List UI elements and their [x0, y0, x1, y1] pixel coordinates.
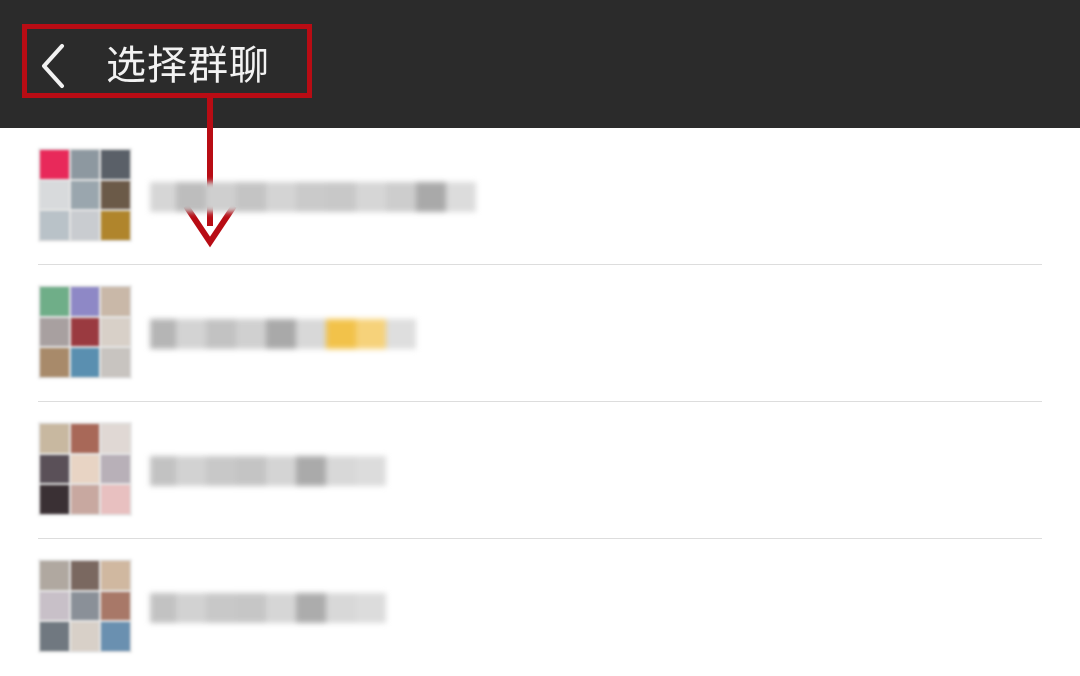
pixelated-block — [296, 593, 326, 623]
avatar-tile — [70, 622, 100, 651]
avatar-tile — [70, 317, 100, 347]
avatar-tile — [70, 150, 100, 179]
avatar-tile — [101, 454, 130, 484]
pixelated-block — [236, 456, 266, 486]
avatar-tile — [40, 211, 69, 240]
group-name-blurred — [150, 450, 386, 492]
avatar-tile — [40, 622, 69, 651]
pixelated-block — [150, 593, 176, 623]
group-chat-item[interactable] — [0, 128, 1080, 265]
avatar-tile — [101, 180, 130, 210]
avatar-tile — [70, 485, 100, 514]
pixelated-block — [176, 593, 206, 623]
pixelated-block — [206, 593, 236, 623]
pixelated-block — [150, 182, 176, 212]
avatar-tile — [70, 454, 100, 484]
group-avatar — [38, 148, 132, 242]
pixelated-block — [326, 182, 356, 212]
pixelated-block — [356, 456, 386, 486]
pixelated-block — [236, 593, 266, 623]
avatar-tile — [101, 211, 130, 240]
avatar-tile — [101, 591, 130, 621]
avatar-tile — [70, 348, 100, 377]
avatar-tile — [101, 424, 130, 453]
group-chat-item[interactable] — [0, 539, 1080, 676]
pixelated-block — [266, 182, 296, 212]
avatar-tile — [40, 485, 69, 514]
avatar-tile — [40, 287, 69, 316]
avatar-tile — [101, 150, 130, 179]
avatar-tile — [40, 348, 69, 377]
avatar-tile — [70, 287, 100, 316]
pixelated-block — [446, 182, 476, 212]
pixelated-block — [266, 593, 296, 623]
pixelated-block — [266, 319, 296, 349]
avatar-tile — [101, 485, 130, 514]
avatar-tile — [70, 180, 100, 210]
avatar-tile — [101, 622, 130, 651]
avatar-tile — [101, 348, 130, 377]
pixelated-block — [176, 319, 206, 349]
avatar-tile — [70, 211, 100, 240]
pixelated-block — [326, 456, 356, 486]
avatar-tile — [70, 424, 100, 453]
pixelated-block — [356, 593, 386, 623]
avatar-tile — [40, 591, 69, 621]
avatar-tile — [40, 561, 69, 590]
pixelated-block — [176, 182, 206, 212]
page-title: 选择群聊 — [106, 43, 270, 89]
group-avatar — [38, 285, 132, 379]
pixelated-block — [176, 456, 206, 486]
pixelated-block — [296, 182, 326, 212]
avatar-tile — [101, 561, 130, 590]
pixelated-block — [236, 319, 266, 349]
group-chat-item[interactable] — [0, 265, 1080, 402]
avatar-tile — [101, 287, 130, 316]
avatar-tile — [40, 454, 69, 484]
pixelated-block — [206, 182, 236, 212]
group-name-blurred — [150, 313, 416, 355]
avatar-tile — [40, 150, 69, 179]
pixelated-block — [150, 456, 176, 486]
group-name-blurred — [150, 587, 386, 629]
group-chat-item[interactable] — [0, 402, 1080, 539]
pixelated-block — [326, 319, 356, 349]
pixelated-block — [386, 319, 416, 349]
pixelated-block — [206, 319, 236, 349]
group-name-blurred — [150, 176, 476, 218]
group-avatar — [38, 422, 132, 516]
avatar-tile — [70, 591, 100, 621]
avatar-tile — [40, 424, 69, 453]
group-chat-list — [0, 128, 1080, 667]
pixelated-block — [296, 319, 326, 349]
pixelated-block — [386, 182, 416, 212]
pixelated-block — [236, 182, 266, 212]
avatar-tile — [40, 317, 69, 347]
pixelated-block — [150, 319, 176, 349]
pixelated-block — [356, 182, 386, 212]
pixelated-block — [296, 456, 326, 486]
pixelated-block — [206, 456, 236, 486]
pixelated-block — [266, 456, 296, 486]
pixelated-block — [356, 319, 386, 349]
pixelated-block — [416, 182, 446, 212]
group-avatar — [38, 559, 132, 653]
avatar-tile — [40, 180, 69, 210]
avatar-tile — [70, 561, 100, 590]
pixelated-block — [326, 593, 356, 623]
avatar-tile — [101, 317, 130, 347]
title-bar: 选择群聊 — [0, 0, 1080, 128]
back-button[interactable] — [34, 40, 78, 92]
chevron-left-icon — [42, 44, 64, 88]
